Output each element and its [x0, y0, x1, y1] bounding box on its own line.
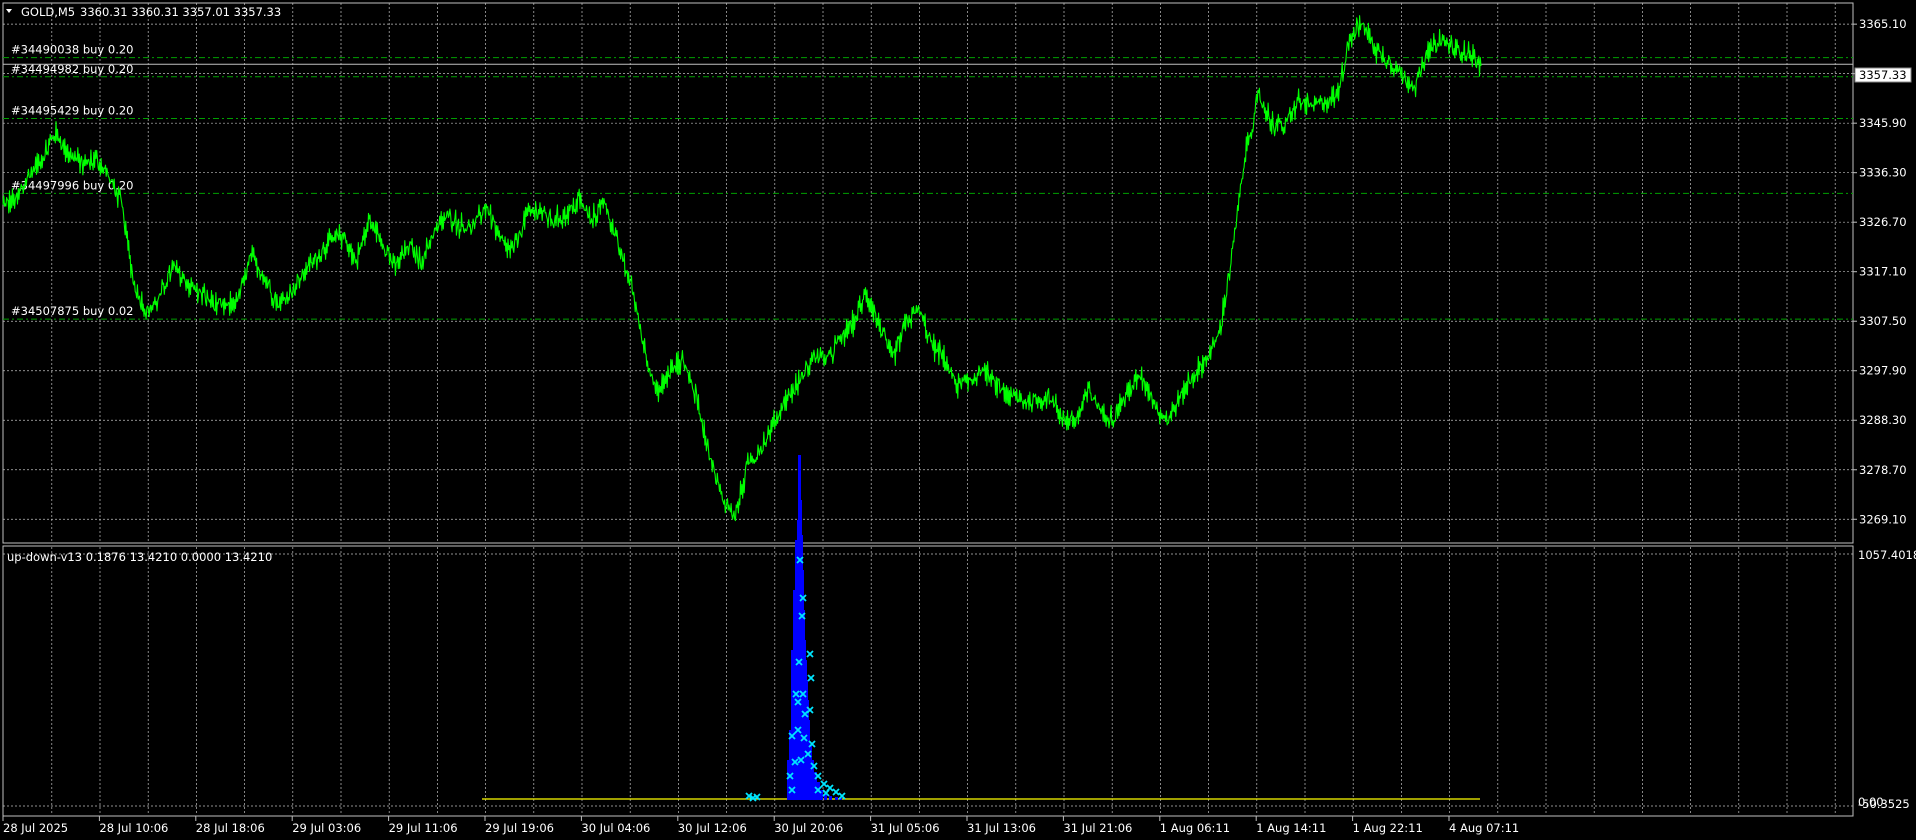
current-price-label: 3357.33 [1859, 68, 1907, 82]
xtick-label: 28 Jul 2025 [3, 821, 68, 835]
trading-chart[interactable]: #34490038 buy 0.20#34494982 buy 0.20#344… [0, 0, 1916, 840]
indicator-axis-top: 1057.4018 [1858, 548, 1916, 562]
xtick-label: 30 Jul 12:06 [678, 821, 747, 835]
indicator-axis-zero: 0.00 [1858, 795, 1884, 809]
ytick-label: 3365.10 [1859, 17, 1907, 31]
ytick-label: 3336.30 [1859, 166, 1907, 180]
xtick-label: 28 Jul 10:06 [99, 821, 168, 835]
indicator-label: up-down-v13 0.1876 13.4210 0.0000 13.421… [7, 550, 272, 564]
ytick-label: 3307.50 [1859, 314, 1907, 328]
histogram-bar [835, 797, 838, 800]
xtick-label: 30 Jul 04:06 [581, 821, 650, 835]
xtick-label: 31 Jul 13:06 [967, 821, 1036, 835]
xtick-label: 31 Jul 05:06 [871, 821, 940, 835]
chart-ohlc: 3360.31 3360.31 3357.01 3357.33 [80, 5, 281, 19]
ytick-label: 3345.90 [1859, 116, 1907, 130]
ytick-label: 3288.30 [1859, 413, 1907, 427]
ytick-label: 3278.70 [1859, 463, 1907, 477]
order-label: #34495429 buy 0.20 [11, 104, 133, 118]
ytick-label: 3326.70 [1859, 215, 1907, 229]
xtick-label: 29 Jul 03:06 [292, 821, 361, 835]
xtick-label: 1 Aug 06:11 [1160, 821, 1230, 835]
histogram-bar [829, 796, 832, 800]
indicator-panel[interactable] [2, 545, 1854, 817]
xtick-label: 31 Jul 21:06 [1063, 821, 1132, 835]
price-panel[interactable] [2, 2, 1854, 544]
time-axis[interactable]: 28 Jul 2025 28 Jul 10:06 28 Jul 18:06 29 Ju… [2, 816, 1519, 835]
order-label: #34507875 buy 0.02 [11, 304, 133, 318]
price-axis[interactable]: 3365.103355.503345.903336.303326.703317.… [1853, 17, 1907, 526]
xtick-label: 4 Aug 07:11 [1449, 821, 1519, 835]
xtick-label: 1 Aug 14:11 [1256, 821, 1326, 835]
xtick-label: 29 Jul 11:06 [389, 821, 458, 835]
xtick-label: 1 Aug 22:11 [1353, 821, 1423, 835]
xtick-label: 30 Jul 20:06 [774, 821, 843, 835]
ytick-label: 3297.90 [1859, 364, 1907, 378]
xtick-label: 29 Jul 19:06 [485, 821, 554, 835]
chart-symbol: GOLD,M5 [21, 5, 75, 19]
ytick-label: 3317.10 [1859, 265, 1907, 279]
xtick-label: 28 Jul 18:06 [196, 821, 265, 835]
order-label: #34490038 buy 0.20 [11, 43, 133, 57]
ytick-label: 3269.10 [1859, 512, 1907, 526]
